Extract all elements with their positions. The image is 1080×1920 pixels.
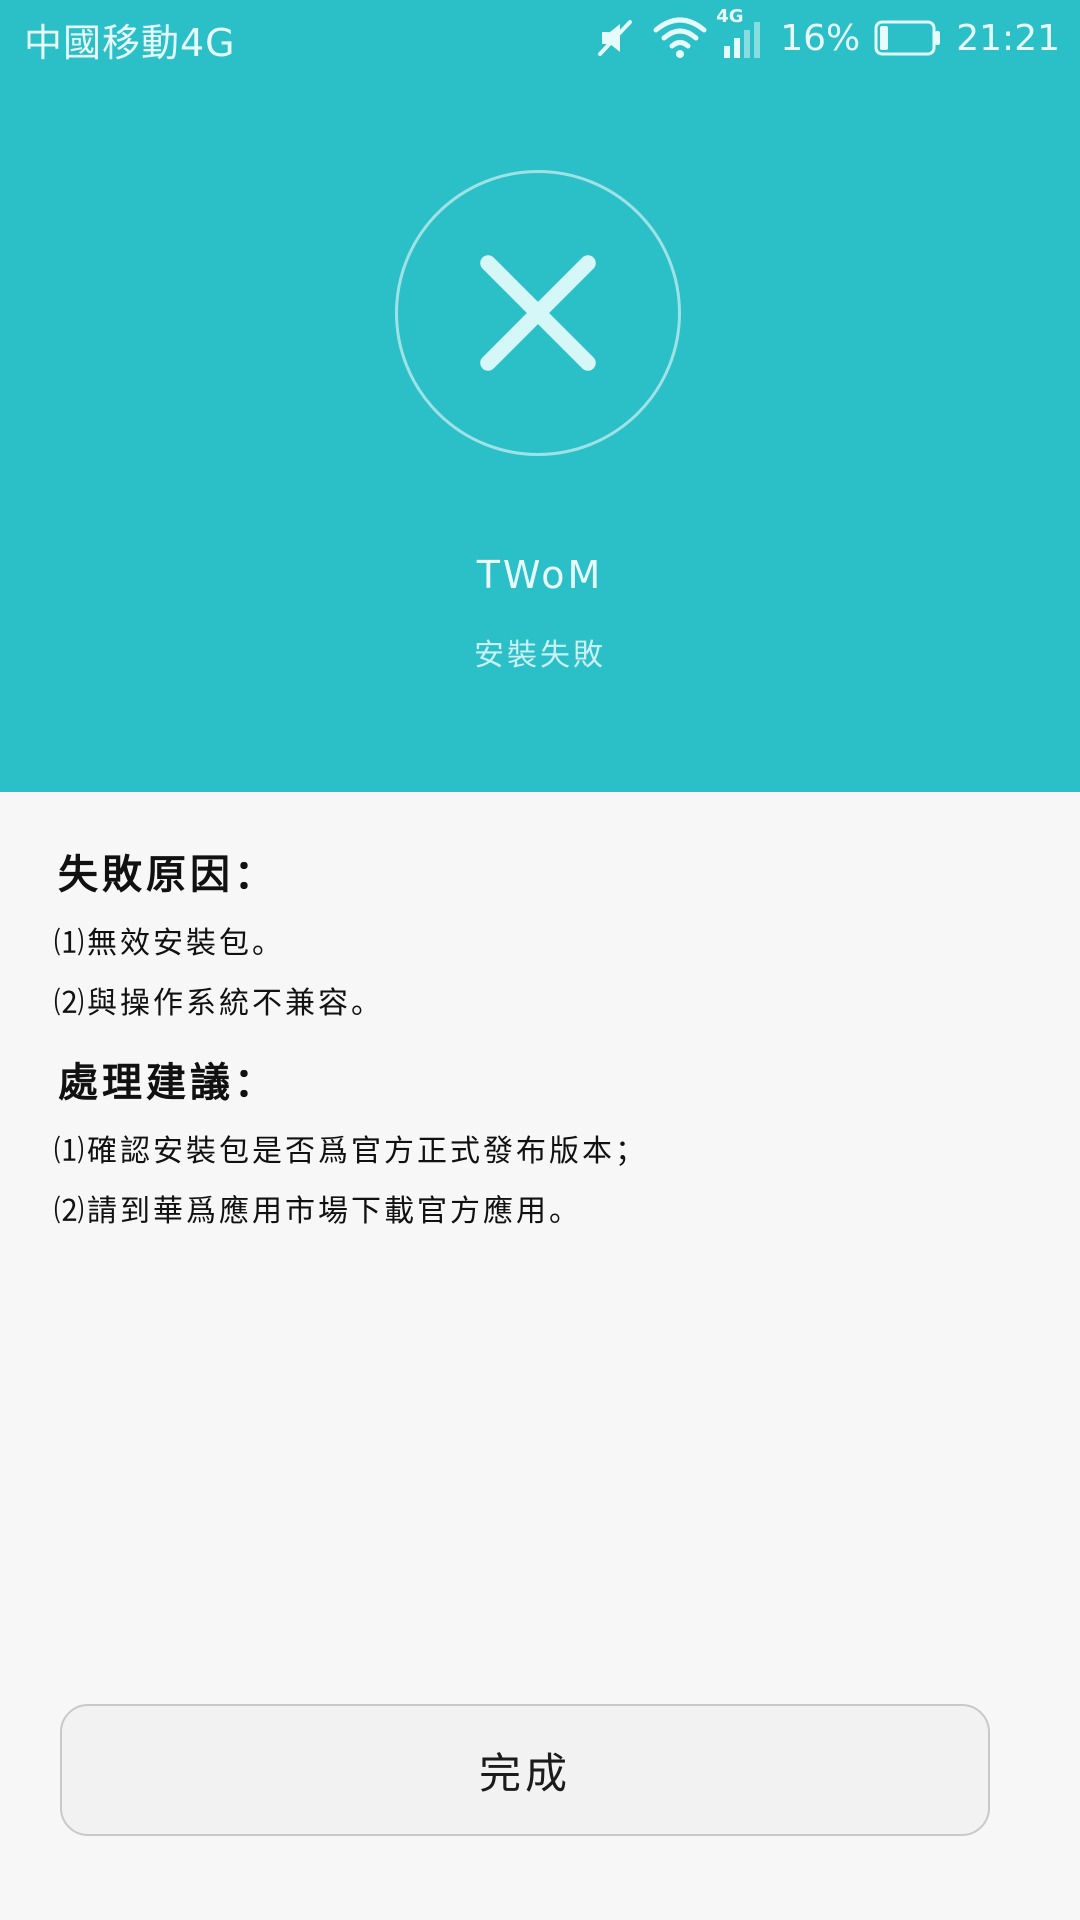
done-button[interactable]: 完成 [60,1704,990,1836]
carrier-label: 中國移動4G [24,21,236,65]
status-icons: 4G 16% 21:21 [594,6,1060,66]
battery-percent: 16% [780,17,861,59]
close-icon [480,255,596,371]
wifi-icon [652,16,708,60]
install-status: 安裝失敗 [474,638,606,673]
status-bar: 中國移動4G 4G 16% 21:21 [0,0,1080,76]
suggestions-title: 處理建議： [58,1059,278,1106]
failure-details: 失敗原因： ⑴無效安裝包。 ⑵與操作系統不兼容。 處理建議： ⑴確認安裝包是否爲… [54,846,1034,1242]
install-result-header: 中國移動4G 4G 16% 21:21 TWoM 安裝失敗 [0,0,1080,792]
battery-icon [874,18,942,58]
signal-icon: 4G [716,6,766,60]
mute-icon [594,16,638,60]
suggestion-item: ⑵請到華爲應用市場下載官方應用。 [54,1194,582,1229]
app-name: TWoM [476,553,604,597]
failure-reasons-title: 失敗原因： [58,851,278,898]
clock: 21:21 [956,17,1060,59]
failure-reason-item: ⑴無效安裝包。 [54,926,285,961]
done-button-label: 完成 [478,1748,571,1798]
install-failed-indicator [395,170,681,456]
suggestion-item: ⑴確認安裝包是否爲官方正式發布版本； [54,1134,648,1169]
network-type-badge: 4G [716,6,744,27]
failure-reason-item: ⑵與操作系統不兼容。 [54,986,384,1021]
